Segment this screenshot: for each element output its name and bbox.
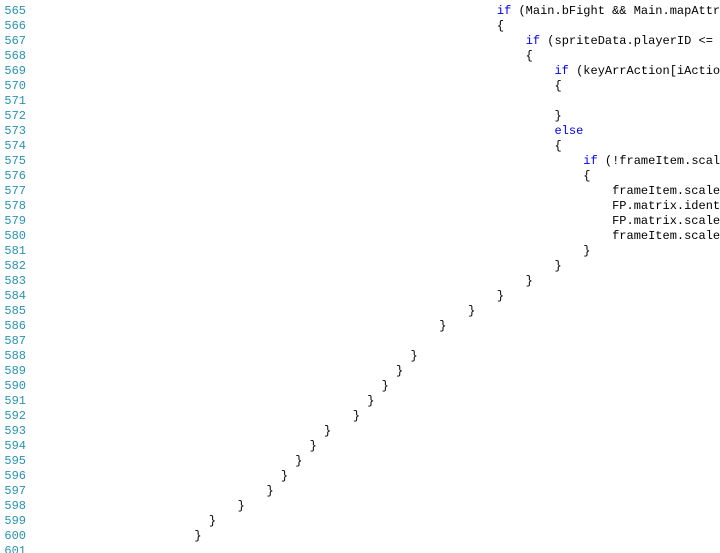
code-line: } (36, 349, 720, 364)
line-number: 572 (0, 109, 26, 124)
code-line: } (36, 379, 720, 394)
code-line: } (36, 394, 720, 409)
code-line: FP.matrix.identity(); (36, 199, 720, 214)
keyword-token: else (554, 124, 583, 138)
line-number: 568 (0, 49, 26, 64)
line-number: 601 (0, 544, 26, 553)
code-line: frameItem.scalesource.draw (36, 229, 720, 244)
line-number: 588 (0, 349, 26, 364)
line-number: 597 (0, 484, 26, 499)
line-number: 581 (0, 244, 26, 259)
line-number: 567 (0, 34, 26, 49)
line-number: 574 (0, 139, 26, 154)
code-line: if (spriteData.playerID <= 10) (36, 34, 720, 49)
keyword-token: if (554, 64, 576, 78)
code-line: if (keyArrAction[iActionActive] == (36, 64, 720, 79)
code-line: { (36, 139, 720, 154)
code-editor-viewport: 5655665675685695705715725735745755765775… (0, 0, 720, 553)
keyword-token: if (583, 154, 605, 168)
code-line: } (36, 304, 720, 319)
code-line: } (36, 319, 720, 334)
code-line: { (36, 79, 720, 94)
code-line: } (36, 499, 720, 514)
line-number: 592 (0, 409, 26, 424)
code-line: } (36, 109, 720, 124)
line-number: 583 (0, 274, 26, 289)
line-number: 598 (0, 499, 26, 514)
code-line: } (36, 514, 720, 529)
code-line: } (36, 454, 720, 469)
code-line: } (36, 439, 720, 454)
line-number: 578 (0, 199, 26, 214)
line-number: 569 (0, 64, 26, 79)
line-number: 594 (0, 439, 26, 454)
code-area: if (Main.bFight && Main.mapAttribute == … (30, 4, 720, 553)
code-line (36, 334, 720, 349)
line-number: 571 (0, 94, 26, 109)
line-number: 584 (0, 289, 26, 304)
code-line: } (36, 364, 720, 379)
code-line: } (36, 469, 720, 484)
line-number: 586 (0, 319, 26, 334)
code-line: } (36, 244, 720, 259)
line-number: 566 (0, 19, 26, 34)
code-line: } (36, 259, 720, 274)
line-number: 599 (0, 514, 26, 529)
line-number: 600 (0, 529, 26, 544)
code-line: } (36, 424, 720, 439)
code-line: } (36, 409, 720, 424)
line-number: 587 (0, 334, 26, 349)
line-number: 576 (0, 169, 26, 184)
code-line: frameItem.scalesource = ne (36, 184, 720, 199)
line-number: 580 (0, 229, 26, 244)
code-line: else (36, 124, 720, 139)
line-number: 589 (0, 364, 26, 379)
code-line: } (36, 274, 720, 289)
code-line: if (!frameItem.scalesource) (36, 154, 720, 169)
line-number: 595 (0, 454, 26, 469)
line-number: 573 (0, 124, 26, 139)
line-number: 577 (0, 184, 26, 199)
line-number: 575 (0, 154, 26, 169)
code-line: } (36, 289, 720, 304)
line-number: 596 (0, 469, 26, 484)
line-number: 593 (0, 424, 26, 439)
code-line (36, 94, 720, 109)
code-line: FP.matrix.scale(0.5, 0.5); (36, 214, 720, 229)
line-number: 570 (0, 79, 26, 94)
line-number: 591 (0, 394, 26, 409)
line-number: 579 (0, 214, 26, 229)
code-line: } (36, 484, 720, 499)
line-number: 565 (0, 4, 26, 19)
code-line (36, 544, 720, 553)
code-line: } (36, 529, 720, 544)
line-number: 582 (0, 259, 26, 274)
code-line: { (36, 19, 720, 34)
keyword-token: if (497, 4, 519, 18)
keyword-token: if (526, 34, 548, 48)
line-number-gutter: 5655665675685695705715725735745755765775… (0, 4, 30, 553)
code-line: { (36, 49, 720, 64)
line-number: 590 (0, 379, 26, 394)
code-line: { (36, 169, 720, 184)
code-line: if (Main.bFight && Main.mapAttribute == … (36, 4, 720, 19)
line-number: 585 (0, 304, 26, 319)
